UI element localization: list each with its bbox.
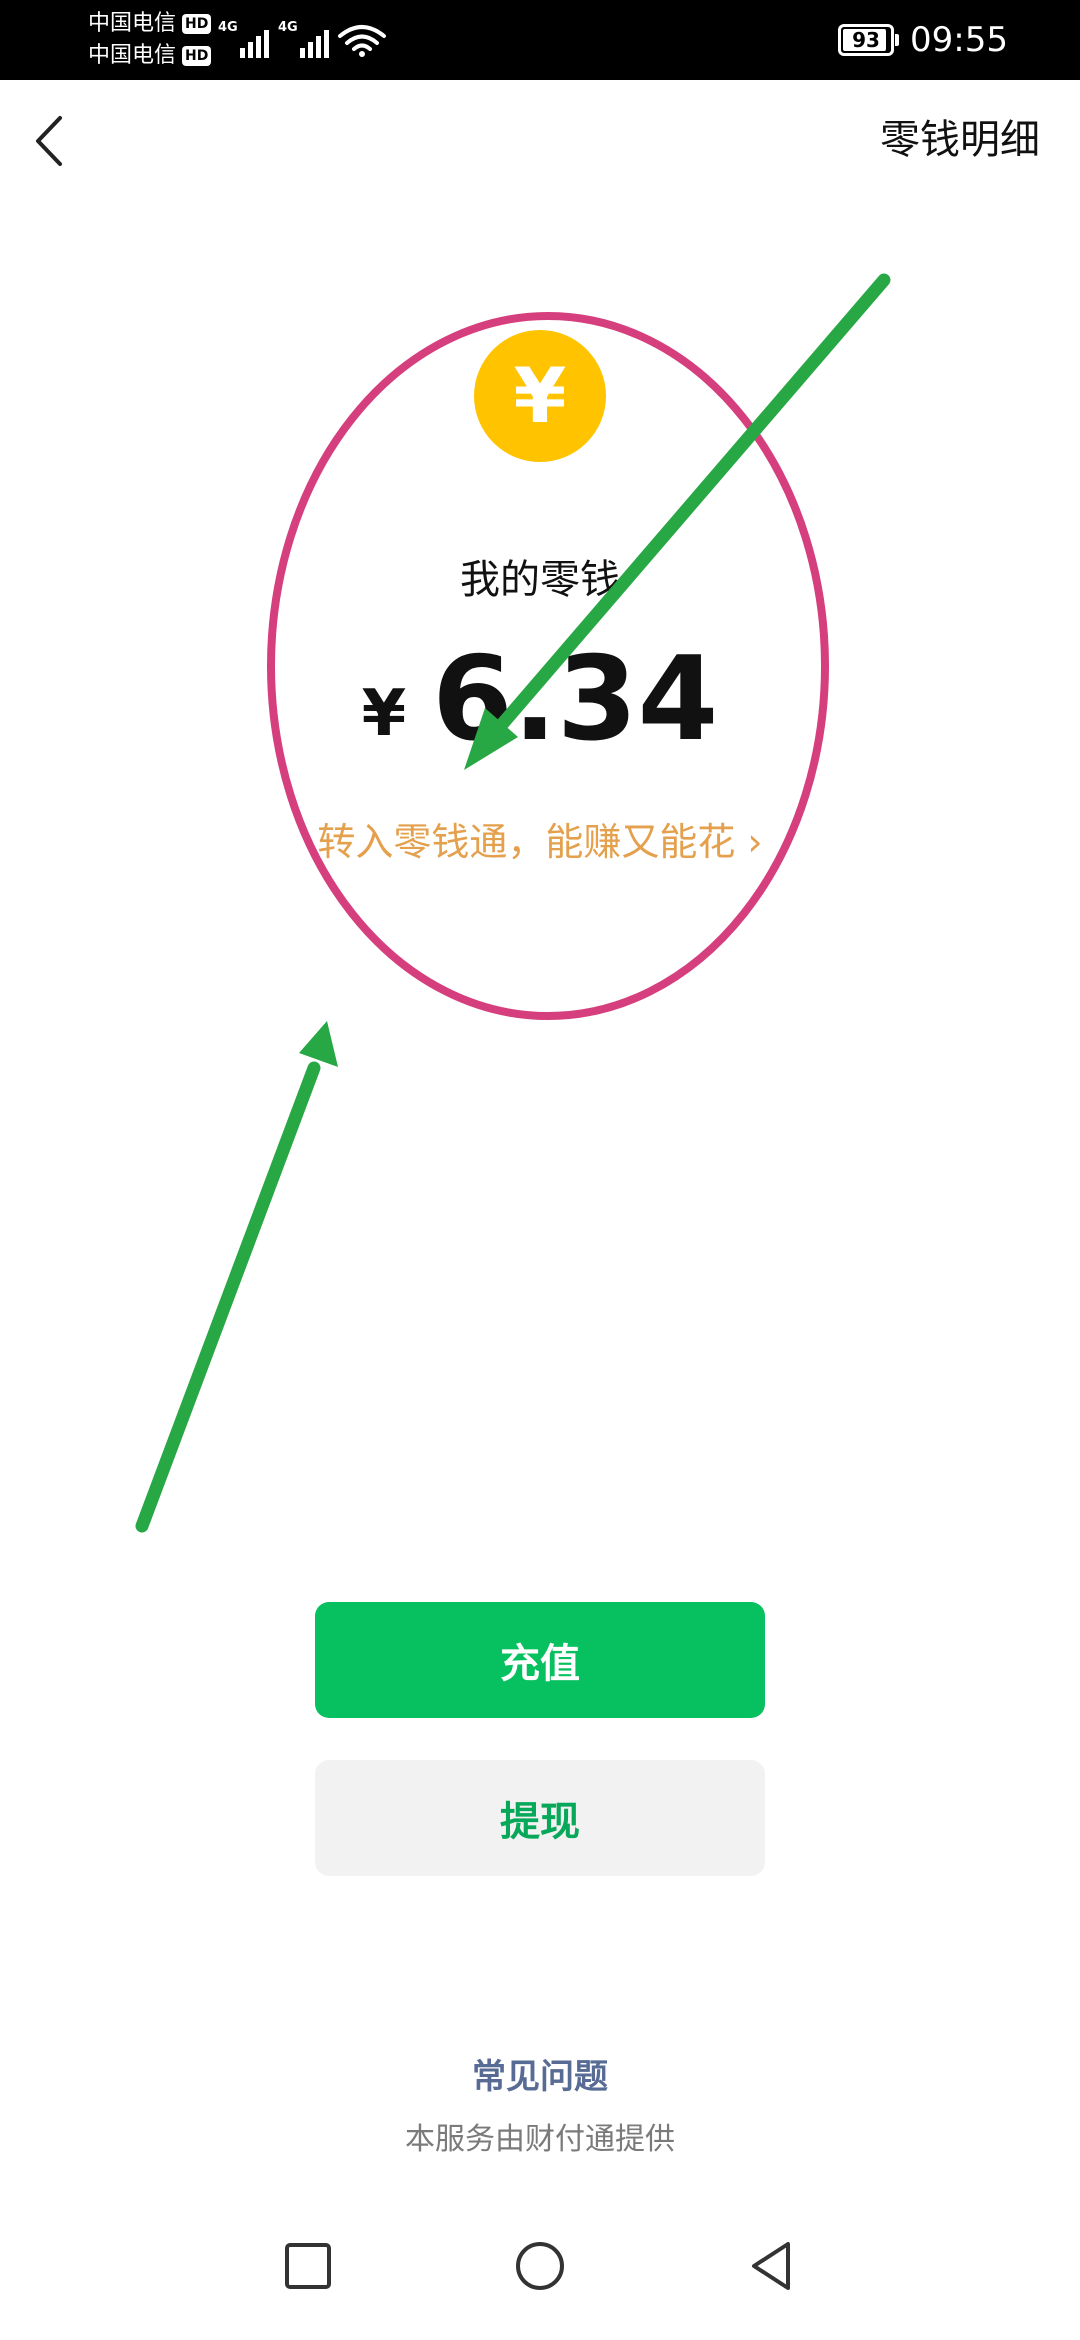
carrier-list: 中国电信 HD 中国电信 HD [88,8,218,72]
service-provider-text: 本服务由财付通提供 [405,2122,675,2157]
battery-icon: 93 [838,24,894,56]
carrier-2-name: 中国电信 [88,43,177,68]
carrier-1-name: 中国电信 [88,11,177,36]
network-type-2: 4G [278,20,298,35]
arrow-to-circle [135,1021,338,1533]
carrier-1-hd-badge: HD [182,14,212,34]
wifi-icon [338,25,386,57]
coin-icon: ¥ [474,330,606,462]
recharge-button[interactable]: 充值 [315,1602,765,1718]
status-clock: 09:55 [910,20,1008,60]
battery-level: 93 [852,28,880,52]
back-button[interactable] [24,108,80,174]
recent-apps-icon[interactable] [278,2236,338,2296]
network-type-1: 4G [218,20,238,35]
carrier-1: 中国电信 HD [88,8,218,40]
carrier-2: 中国电信 HD [88,40,218,72]
status-bar: 中国电信 HD 中国电信 HD 4G 4G 93 09:55 [0,0,1080,80]
balance-label: 我的零钱 [460,557,620,603]
balance-amount: ¥6.34 [0,630,1080,784]
battery-cap [895,34,899,46]
balance-value: 6.34 [432,632,719,767]
promo-text: 转入零钱通，能赚又能花 [317,820,736,864]
back-triangle-icon[interactable] [742,2236,802,2296]
lingqiantong-promo-link[interactable]: 转入零钱通，能赚又能花 › [0,812,1080,872]
faq-link[interactable]: 常见问题 [0,2052,1080,2102]
home-icon[interactable] [510,2236,570,2296]
withdraw-button[interactable]: 提现 [315,1760,765,1876]
carrier-2-hd-badge: HD [182,46,212,66]
chevron-left-icon [36,116,62,166]
signal-strength-icon: 4G [218,20,274,60]
currency-symbol: ¥ [361,677,407,751]
chevron-right-icon: › [747,820,763,864]
signal-strength-icon: 4G [278,20,334,60]
balance-details-link[interactable]: 零钱明细 [880,110,1040,170]
